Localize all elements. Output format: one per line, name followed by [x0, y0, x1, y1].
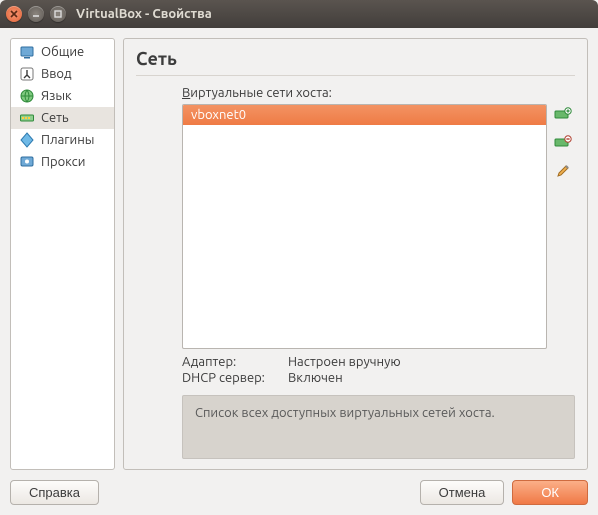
ok-button[interactable]: ОК	[512, 480, 588, 505]
help-button[interactable]: Справка	[10, 480, 99, 505]
sidebar-item-label: Сеть	[41, 111, 69, 125]
window-maximize-button[interactable]	[50, 6, 66, 22]
proxy-icon	[19, 154, 35, 170]
dhcp-value: Включен	[288, 371, 575, 385]
add-network-button[interactable]	[553, 106, 573, 124]
close-icon	[10, 10, 18, 18]
section-title: Сеть	[136, 49, 575, 76]
network-add-icon	[554, 107, 572, 123]
edit-network-button[interactable]	[553, 162, 573, 180]
preferences-sidebar: Общие Ввод Язык Сеть	[10, 38, 115, 470]
description-text: Список всех доступных виртуальных сетей …	[195, 406, 495, 420]
adapter-label: Адаптер:	[182, 355, 288, 369]
edit-icon	[555, 163, 571, 179]
host-networks-label: Виртуальные сети хоста:	[182, 86, 575, 100]
sidebar-item-network[interactable]: Сеть	[11, 107, 114, 129]
content-panel: Сеть Виртуальные сети хоста: vboxnet0	[123, 38, 588, 470]
network-icon	[19, 110, 35, 126]
sidebar-item-input[interactable]: Ввод	[11, 63, 114, 85]
maximize-icon	[54, 10, 62, 18]
input-icon	[19, 66, 35, 82]
list-item[interactable]: vboxnet0	[183, 105, 546, 125]
sidebar-item-label: Общие	[41, 45, 84, 59]
list-toolbar	[553, 104, 575, 349]
sidebar-item-plugins[interactable]: Плагины	[11, 129, 114, 151]
window-close-button[interactable]	[6, 6, 22, 22]
minimize-icon	[32, 10, 40, 18]
network-details: Адаптер: Настроен вручную DHCP сервер: В…	[182, 355, 575, 385]
window-title: VirtualBox - Свойства	[76, 7, 212, 21]
sidebar-item-general[interactable]: Общие	[11, 41, 114, 63]
sidebar-item-label: Прокси	[41, 155, 85, 169]
network-remove-icon	[554, 135, 572, 151]
cancel-button[interactable]: Отмена	[420, 480, 505, 505]
titlebar: VirtualBox - Свойства	[0, 0, 598, 28]
plugins-icon	[19, 132, 35, 148]
window-minimize-button[interactable]	[28, 6, 44, 22]
adapter-value: Настроен вручную	[288, 355, 575, 369]
sidebar-item-proxy[interactable]: Прокси	[11, 151, 114, 173]
sidebar-item-language[interactable]: Язык	[11, 85, 114, 107]
language-icon	[19, 88, 35, 104]
sidebar-item-label: Язык	[41, 89, 72, 103]
description-box: Список всех доступных виртуальных сетей …	[182, 395, 575, 459]
general-icon	[19, 44, 35, 60]
sidebar-item-label: Ввод	[41, 67, 72, 81]
remove-network-button[interactable]	[553, 134, 573, 152]
host-networks-list[interactable]: vboxnet0	[182, 104, 547, 349]
sidebar-item-label: Плагины	[41, 133, 94, 147]
dialog-buttons: Справка Отмена ОК	[10, 470, 588, 505]
window-body: Общие Ввод Язык Сеть	[0, 28, 598, 515]
dhcp-label: DHCP сервер:	[182, 371, 288, 385]
